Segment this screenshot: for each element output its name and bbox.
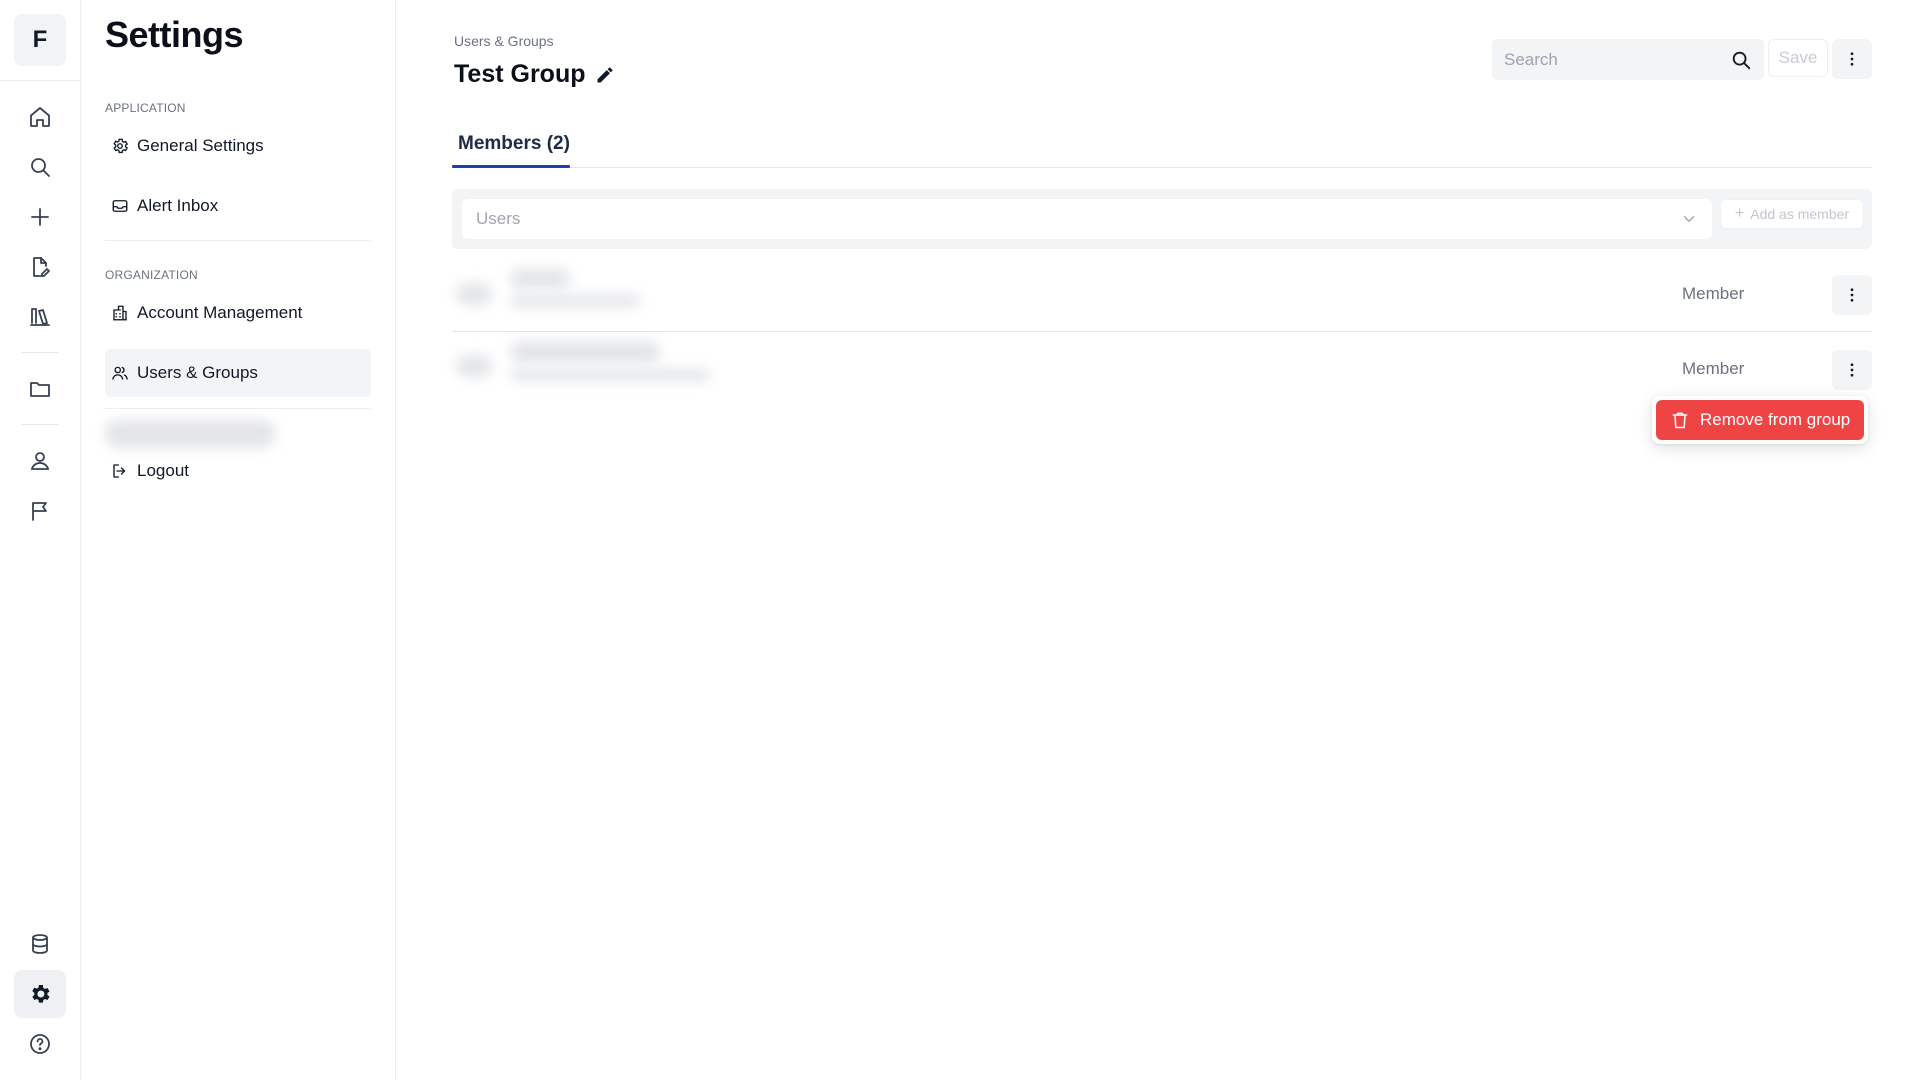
add-member-panel: Users + Add as member [452, 189, 1872, 249]
section-label-organization: ORGANIZATION [105, 268, 198, 282]
users-icon [111, 364, 129, 382]
sidebar-title: Settings [105, 14, 244, 55]
add-as-member-button[interactable]: + Add as member [1720, 199, 1864, 229]
member-more-button[interactable] [1832, 275, 1872, 315]
library-icon[interactable] [14, 293, 66, 341]
member-role: Member [1682, 284, 1745, 303]
blurred-member-email [510, 295, 640, 307]
sidebar-item-label: General Settings [137, 136, 264, 155]
sidebar-item-logout[interactable]: Logout [105, 447, 371, 495]
search-field[interactable] [1492, 39, 1764, 80]
help-icon[interactable] [14, 1020, 66, 1068]
trash-icon [1670, 410, 1690, 430]
sidebar-item-account-management[interactable]: Account Management [105, 289, 371, 337]
page-title: Test Group [454, 60, 615, 89]
search-icon[interactable] [1730, 49, 1752, 71]
chevron-down-icon [1680, 210, 1698, 228]
tab-members[interactable]: Members (2) [454, 133, 574, 167]
tab-active-indicator [452, 165, 570, 168]
sidebar-divider [105, 240, 371, 241]
plus-icon: + [1734, 205, 1745, 222]
icon-rail: F [0, 0, 81, 1080]
blurred-avatar [456, 283, 492, 305]
flag-icon[interactable] [14, 487, 66, 535]
workspace-logo[interactable]: F [14, 14, 66, 66]
member-role: Member [1682, 359, 1745, 378]
member-context-menu: Remove from group [1652, 396, 1868, 444]
remove-from-group-button[interactable]: Remove from group [1656, 400, 1864, 440]
folder-icon[interactable] [14, 365, 66, 413]
rail-separator [21, 424, 59, 425]
sidebar-divider [105, 408, 371, 409]
more-vertical-icon [1843, 361, 1861, 379]
remove-from-group-label: Remove from group [1700, 410, 1851, 429]
blurred-avatar [456, 355, 492, 377]
sidebar-item-users-groups[interactable]: Users & Groups [105, 349, 371, 397]
user-icon[interactable] [14, 437, 66, 485]
group-name: Test Group [454, 60, 586, 88]
pencil-icon[interactable] [595, 65, 615, 85]
building-icon [111, 304, 129, 322]
sidebar-item-label: Users & Groups [137, 363, 258, 382]
home-icon[interactable] [14, 93, 66, 141]
blurred-member-name [510, 341, 660, 363]
rail-separator [21, 352, 59, 353]
database-icon[interactable] [14, 920, 66, 968]
app-window: F Settings APPLICATION General Settings … [0, 0, 1920, 1080]
inbox-icon [111, 197, 129, 215]
gear-icon[interactable] [14, 970, 66, 1018]
blurred-user-name [105, 420, 275, 448]
rail-divider [0, 80, 81, 81]
users-select[interactable]: Users [462, 199, 1712, 239]
member-row: Member [452, 259, 1872, 331]
gear-small-icon [111, 137, 129, 155]
blurred-member-email [510, 369, 710, 381]
sidebar-item-label: Alert Inbox [137, 196, 219, 215]
save-button[interactable]: Save [1768, 39, 1828, 77]
sidebar-item-label: Logout [137, 461, 189, 480]
more-vertical-icon [1843, 50, 1861, 68]
sidebar-item-label: Account Management [137, 303, 303, 322]
breadcrumb[interactable]: Users & Groups [454, 33, 554, 49]
users-select-placeholder: Users [476, 209, 521, 228]
member-more-button[interactable] [1832, 350, 1872, 390]
plus-icon[interactable] [14, 193, 66, 241]
member-row: Member [452, 333, 1872, 405]
search-input[interactable] [1504, 49, 1730, 70]
sidebar-item-general-settings[interactable]: General Settings [105, 122, 371, 170]
more-vertical-icon [1843, 286, 1861, 304]
main-content: Users & Groups Test Group Save Members (… [396, 0, 1920, 1080]
search-icon[interactable] [14, 143, 66, 191]
section-label-application: APPLICATION [105, 101, 186, 115]
file-edit-icon[interactable] [14, 243, 66, 291]
header-more-button[interactable] [1832, 39, 1872, 79]
sidebar-item-alert-inbox[interactable]: Alert Inbox [105, 182, 371, 230]
blurred-member-name [510, 269, 570, 289]
settings-sidebar: Settings APPLICATION General Settings Al… [81, 0, 396, 1080]
add-as-member-label: Add as member [1750, 206, 1850, 222]
logout-icon [111, 462, 129, 480]
tabs-divider [452, 167, 1872, 168]
row-divider [452, 331, 1872, 332]
